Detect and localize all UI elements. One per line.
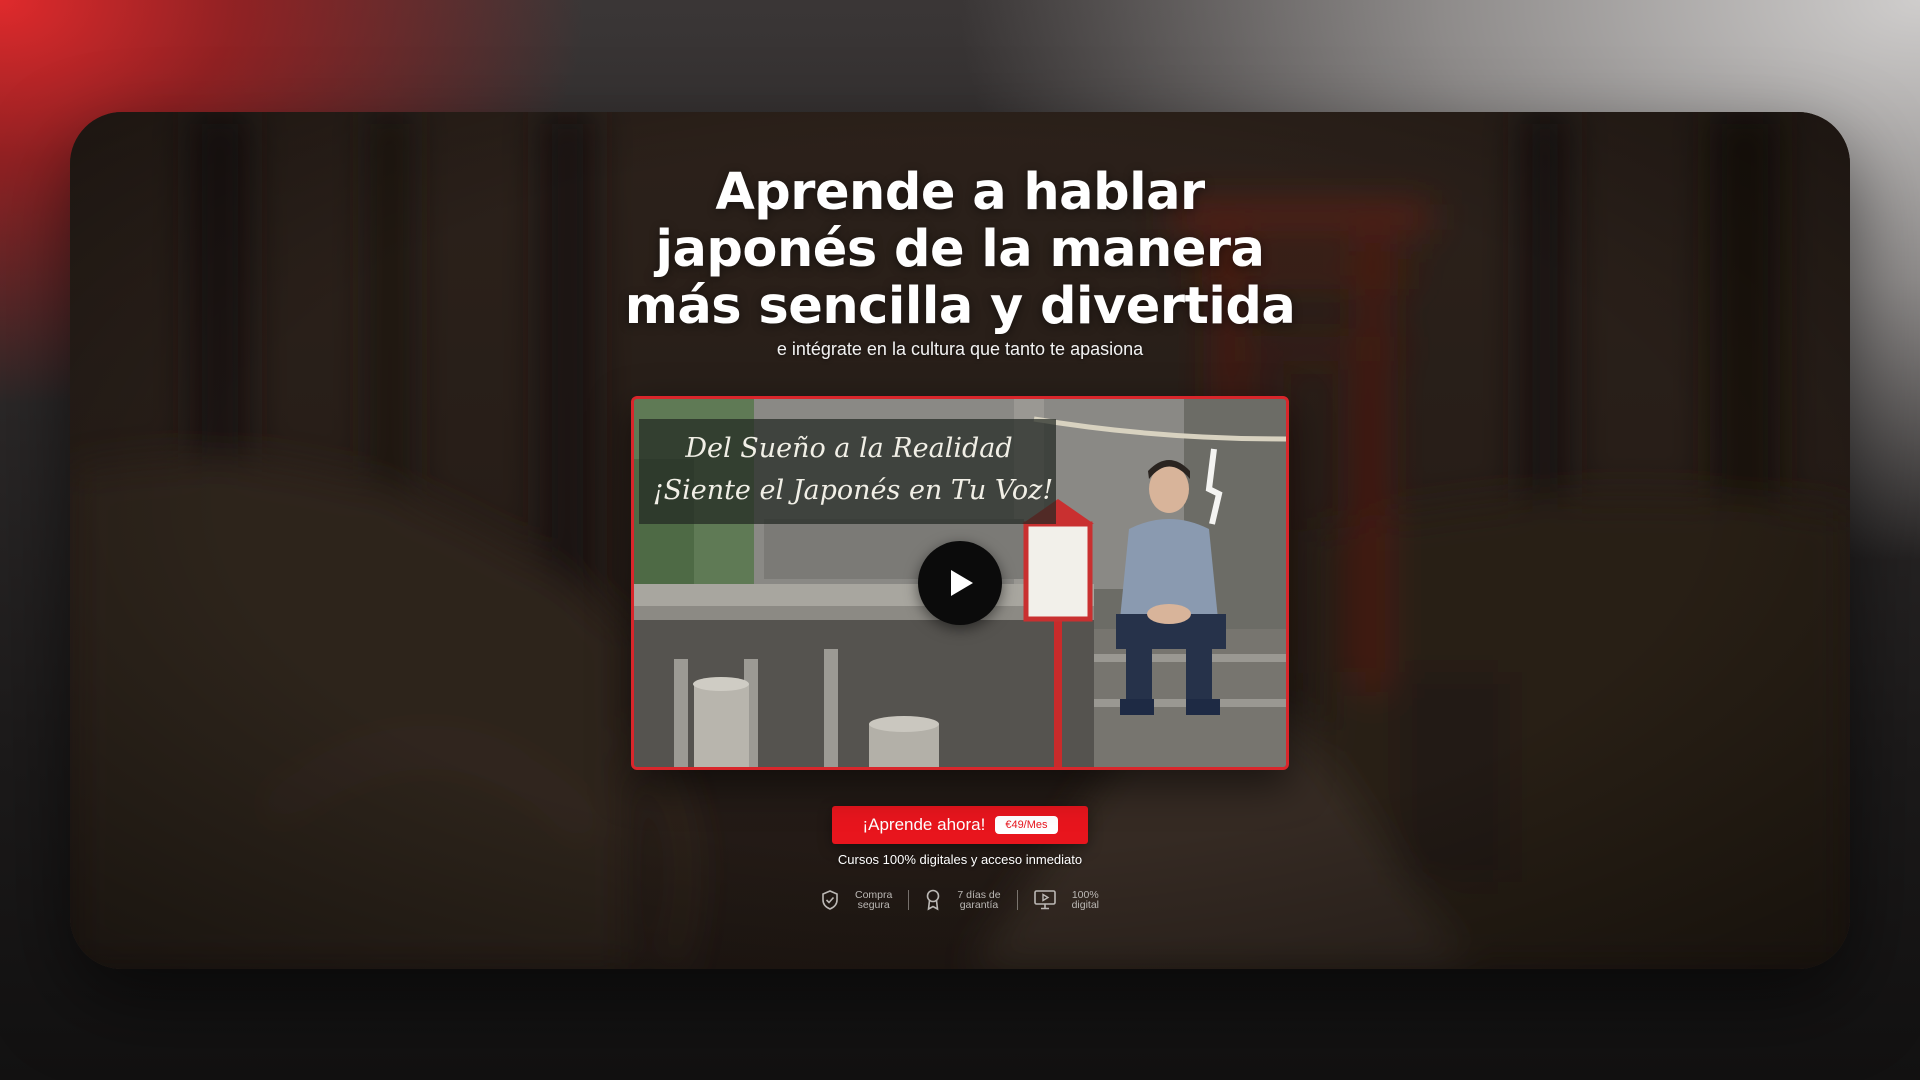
learn-now-button[interactable]: ¡Aprende ahora! €49/Mes xyxy=(832,806,1088,844)
monitor-play-icon xyxy=(1033,890,1056,910)
cta-note: Cursos 100% digitales y acceso inmediato xyxy=(837,852,1083,867)
headline-line-1: Aprende a hablar xyxy=(715,163,1205,222)
headline-line-2: japonés de la manera xyxy=(655,220,1265,279)
page-title: Aprende a hablar japonés de la manera má… xyxy=(580,164,1340,335)
headline-line-3: más sencilla y divertida xyxy=(624,277,1296,336)
badge-line-2: segura xyxy=(857,899,890,911)
trust-badges: Compra segura 7 días de garantía 100% di… xyxy=(805,889,1115,911)
badge-secure-purchase: Compra segura xyxy=(805,890,908,910)
hero-content: Aprende a hablar japonés de la manera má… xyxy=(70,112,1850,969)
video-title-line-1: Del Sueño a la Realidad xyxy=(685,433,1013,464)
cta-label: ¡Aprende ahora! xyxy=(862,815,986,834)
badge-label: Compra segura xyxy=(855,890,892,911)
badge-line-2: digital xyxy=(1071,899,1099,911)
hero-section: Aprende a hablar japonés de la manera má… xyxy=(70,112,1850,969)
badge-line-2: garantía xyxy=(959,899,999,911)
play-icon xyxy=(951,570,973,596)
badge-label: 100% digital xyxy=(1071,890,1099,911)
badge-digital: 100% digital xyxy=(1018,890,1115,910)
badge-guarantee: 7 días de garantía xyxy=(909,889,1016,911)
subheadline: e intégrate en la cultura que tanto te a… xyxy=(776,339,1144,359)
play-button[interactable] xyxy=(918,541,1002,625)
badge-label: 7 días de garantía xyxy=(957,890,1000,911)
video-title-line-2: ¡Siente el Japonés en Tu Voz! xyxy=(652,475,1054,506)
award-ribbon-icon xyxy=(927,889,940,911)
video-player[interactable]: Del Sueño a la Realidad ¡Siente el Japon… xyxy=(631,396,1289,770)
price-badge: €49/Mes xyxy=(995,816,1058,834)
shield-check-icon xyxy=(822,890,838,910)
